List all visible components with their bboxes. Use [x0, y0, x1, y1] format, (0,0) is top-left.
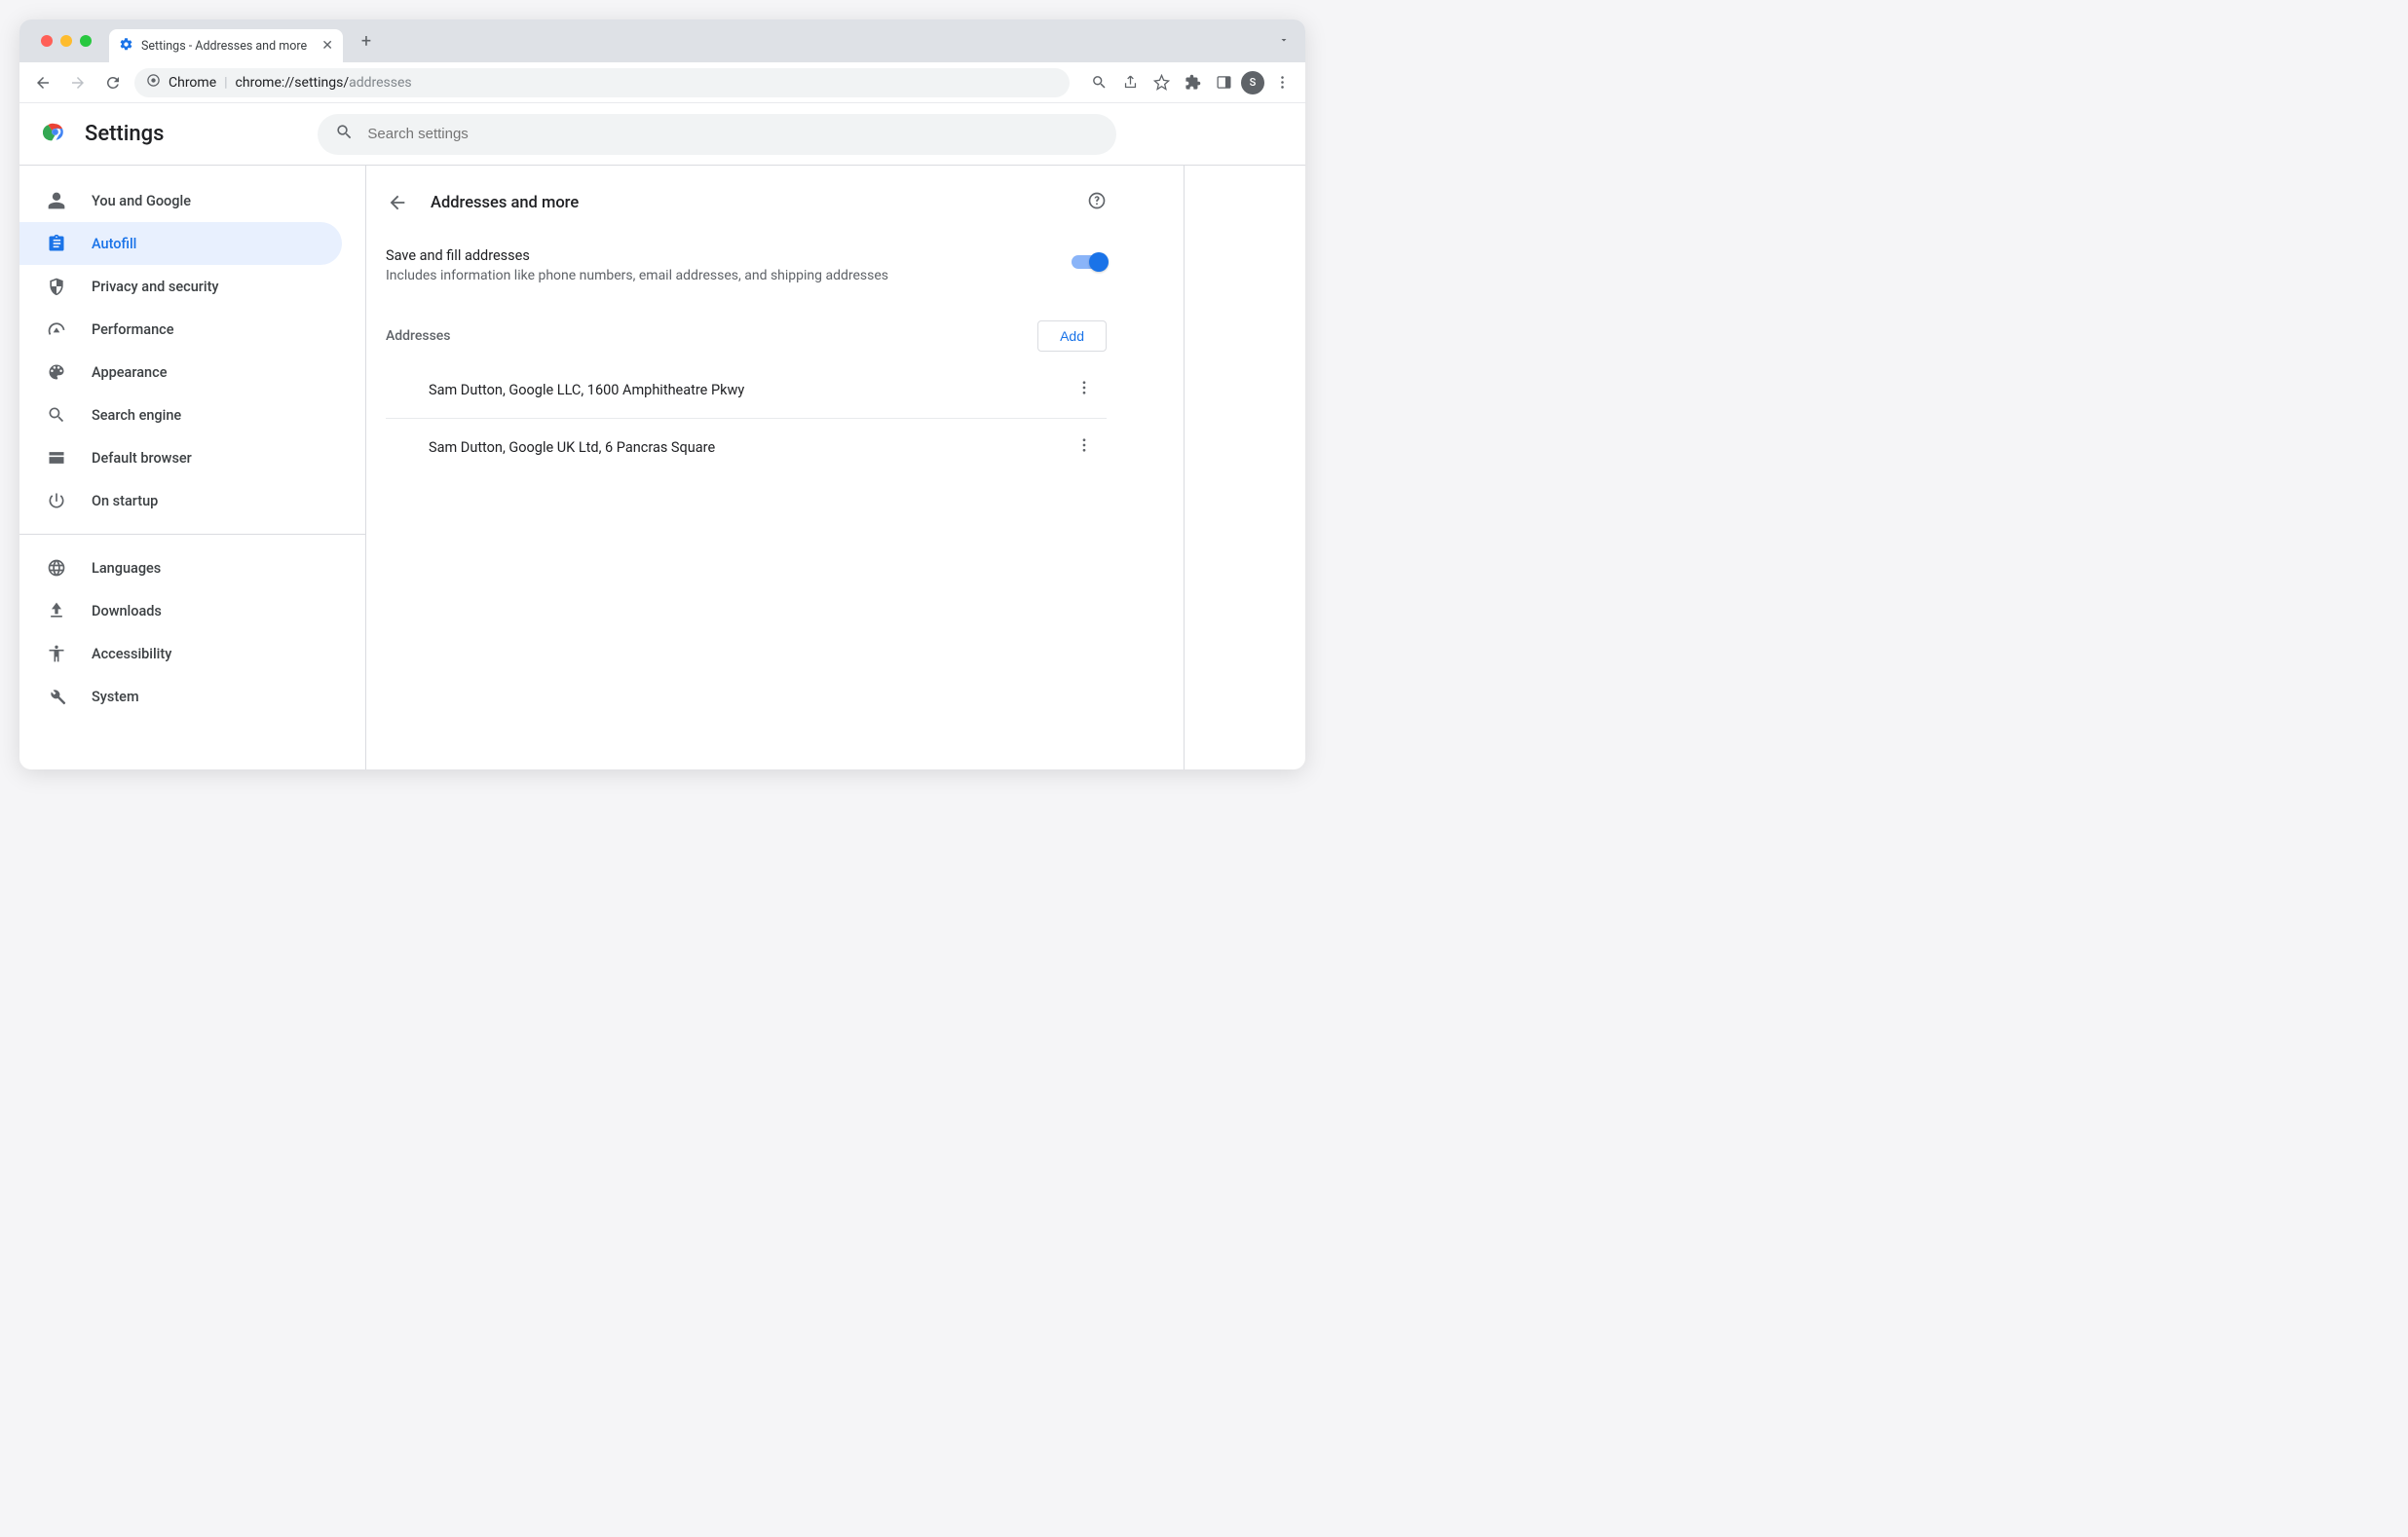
app-title: Settings: [85, 122, 164, 146]
clipboard-icon: [47, 234, 66, 253]
page-heading-row: Addresses and more: [366, 183, 1126, 234]
page-title: Addresses and more: [431, 194, 1066, 212]
maximize-window-button[interactable]: [80, 35, 92, 47]
settings-sidebar: You and Google Autofill Privacy and secu…: [19, 166, 366, 769]
share-icon[interactable]: [1116, 69, 1144, 96]
url-text: chrome://settings/addresses: [236, 75, 412, 91]
sidebar-item-you-and-google[interactable]: You and Google: [19, 179, 342, 222]
address-text: Sam Dutton, Google LLC, 1600 Amphitheatr…: [429, 382, 1070, 398]
sidebar-item-label: On startup: [92, 493, 158, 509]
sidebar-item-label: Appearance: [92, 364, 167, 381]
sidebar-item-label: Accessibility: [92, 646, 171, 662]
address-text: Sam Dutton, Google UK Ltd, 6 Pancras Squ…: [429, 439, 1070, 456]
search-icon: [47, 405, 66, 425]
site-info-icon[interactable]: [146, 73, 161, 92]
add-address-button[interactable]: Add: [1037, 320, 1107, 352]
person-icon: [47, 191, 66, 210]
profile-avatar[interactable]: S: [1241, 71, 1264, 94]
shield-icon: [47, 277, 66, 296]
chrome-logo-icon: [43, 120, 67, 148]
right-gutter: [1185, 166, 1305, 769]
browser-icon: [47, 448, 66, 468]
forward-button[interactable]: [64, 69, 92, 96]
extensions-icon[interactable]: [1179, 69, 1206, 96]
minimize-window-button[interactable]: [60, 35, 72, 47]
sidebar-divider: [19, 534, 365, 535]
addresses-section-header: Addresses Add: [366, 297, 1126, 356]
tab-strip: Settings - Addresses and more ✕ +: [19, 19, 1305, 62]
sidebar-item-label: Default browser: [92, 450, 192, 467]
save-fill-toggle[interactable]: [1072, 255, 1107, 269]
sidepanel-icon[interactable]: [1210, 69, 1237, 96]
sidebar-item-label: Performance: [92, 321, 174, 338]
sidebar-item-downloads[interactable]: Downloads: [19, 589, 342, 632]
tabs-dropdown-icon[interactable]: [1278, 34, 1290, 49]
sidebar-item-privacy[interactable]: Privacy and security: [19, 265, 342, 308]
settings-header: Settings: [19, 103, 1305, 166]
browser-window: Settings - Addresses and more ✕ + Chrome…: [19, 19, 1305, 769]
sidebar-item-appearance[interactable]: Appearance: [19, 351, 342, 394]
search-icon: [335, 123, 354, 145]
sidebar-item-label: Languages: [92, 560, 161, 577]
back-button[interactable]: [29, 69, 56, 96]
bookmark-icon[interactable]: [1148, 69, 1175, 96]
browser-tab[interactable]: Settings - Addresses and more ✕: [109, 29, 343, 62]
url-label: Chrome: [169, 75, 216, 91]
sidebar-item-label: System: [92, 689, 139, 705]
sidebar-item-accessibility[interactable]: Accessibility: [19, 632, 342, 675]
sidebar-item-system[interactable]: System: [19, 675, 342, 718]
sidebar-item-autofill[interactable]: Autofill: [19, 222, 342, 265]
sidebar-item-label: Search engine: [92, 407, 181, 424]
browser-toolbar: Chrome | chrome://settings/addresses: [19, 62, 1305, 103]
back-arrow-icon[interactable]: [386, 191, 409, 214]
more-options-icon[interactable]: [1070, 379, 1099, 400]
new-tab-button[interactable]: +: [353, 27, 380, 55]
sidebar-item-performance[interactable]: Performance: [19, 308, 342, 351]
gear-icon: [119, 37, 133, 56]
download-icon: [47, 601, 66, 620]
section-title: Addresses: [386, 328, 1037, 344]
sidebar-item-search-engine[interactable]: Search engine: [19, 394, 342, 436]
tab-title: Settings - Addresses and more: [141, 39, 307, 54]
address-row[interactable]: Sam Dutton, Google UK Ltd, 6 Pancras Squ…: [386, 419, 1107, 475]
sidebar-item-languages[interactable]: Languages: [19, 546, 342, 589]
setting-description: Includes information like phone numbers,…: [386, 268, 1072, 283]
toolbar-actions: S: [1085, 69, 1296, 96]
wrench-icon: [47, 687, 66, 706]
save-fill-addresses-row: Save and fill addresses Includes informa…: [366, 234, 1126, 297]
power-icon: [47, 491, 66, 510]
close-window-button[interactable]: [41, 35, 53, 47]
speedometer-icon: [47, 319, 66, 339]
settings-main: Addresses and more Save and fill address…: [366, 166, 1185, 769]
address-list: Sam Dutton, Google LLC, 1600 Amphitheatr…: [366, 356, 1126, 481]
accessibility-icon: [47, 644, 66, 663]
settings-search-input[interactable]: [367, 126, 1099, 142]
more-options-icon[interactable]: [1070, 436, 1099, 458]
close-tab-icon[interactable]: ✕: [321, 38, 333, 54]
window-controls: [31, 35, 101, 47]
browser-menu-icon[interactable]: [1268, 69, 1296, 96]
address-row[interactable]: Sam Dutton, Google LLC, 1600 Amphitheatr…: [386, 361, 1107, 419]
globe-icon: [47, 558, 66, 578]
help-icon[interactable]: [1087, 191, 1107, 214]
sidebar-item-label: Downloads: [92, 603, 162, 619]
sidebar-item-label: Autofill: [92, 236, 136, 252]
sidebar-item-on-startup[interactable]: On startup: [19, 479, 342, 522]
reload-button[interactable]: [99, 69, 127, 96]
zoom-icon[interactable]: [1085, 69, 1112, 96]
sidebar-item-label: Privacy and security: [92, 279, 219, 295]
palette-icon: [47, 362, 66, 382]
sidebar-item-default-browser[interactable]: Default browser: [19, 436, 342, 479]
content-area: You and Google Autofill Privacy and secu…: [19, 166, 1305, 769]
settings-search[interactable]: [318, 114, 1116, 155]
sidebar-item-label: You and Google: [92, 193, 191, 209]
setting-title: Save and fill addresses: [386, 247, 1072, 264]
address-bar[interactable]: Chrome | chrome://settings/addresses: [134, 68, 1070, 97]
